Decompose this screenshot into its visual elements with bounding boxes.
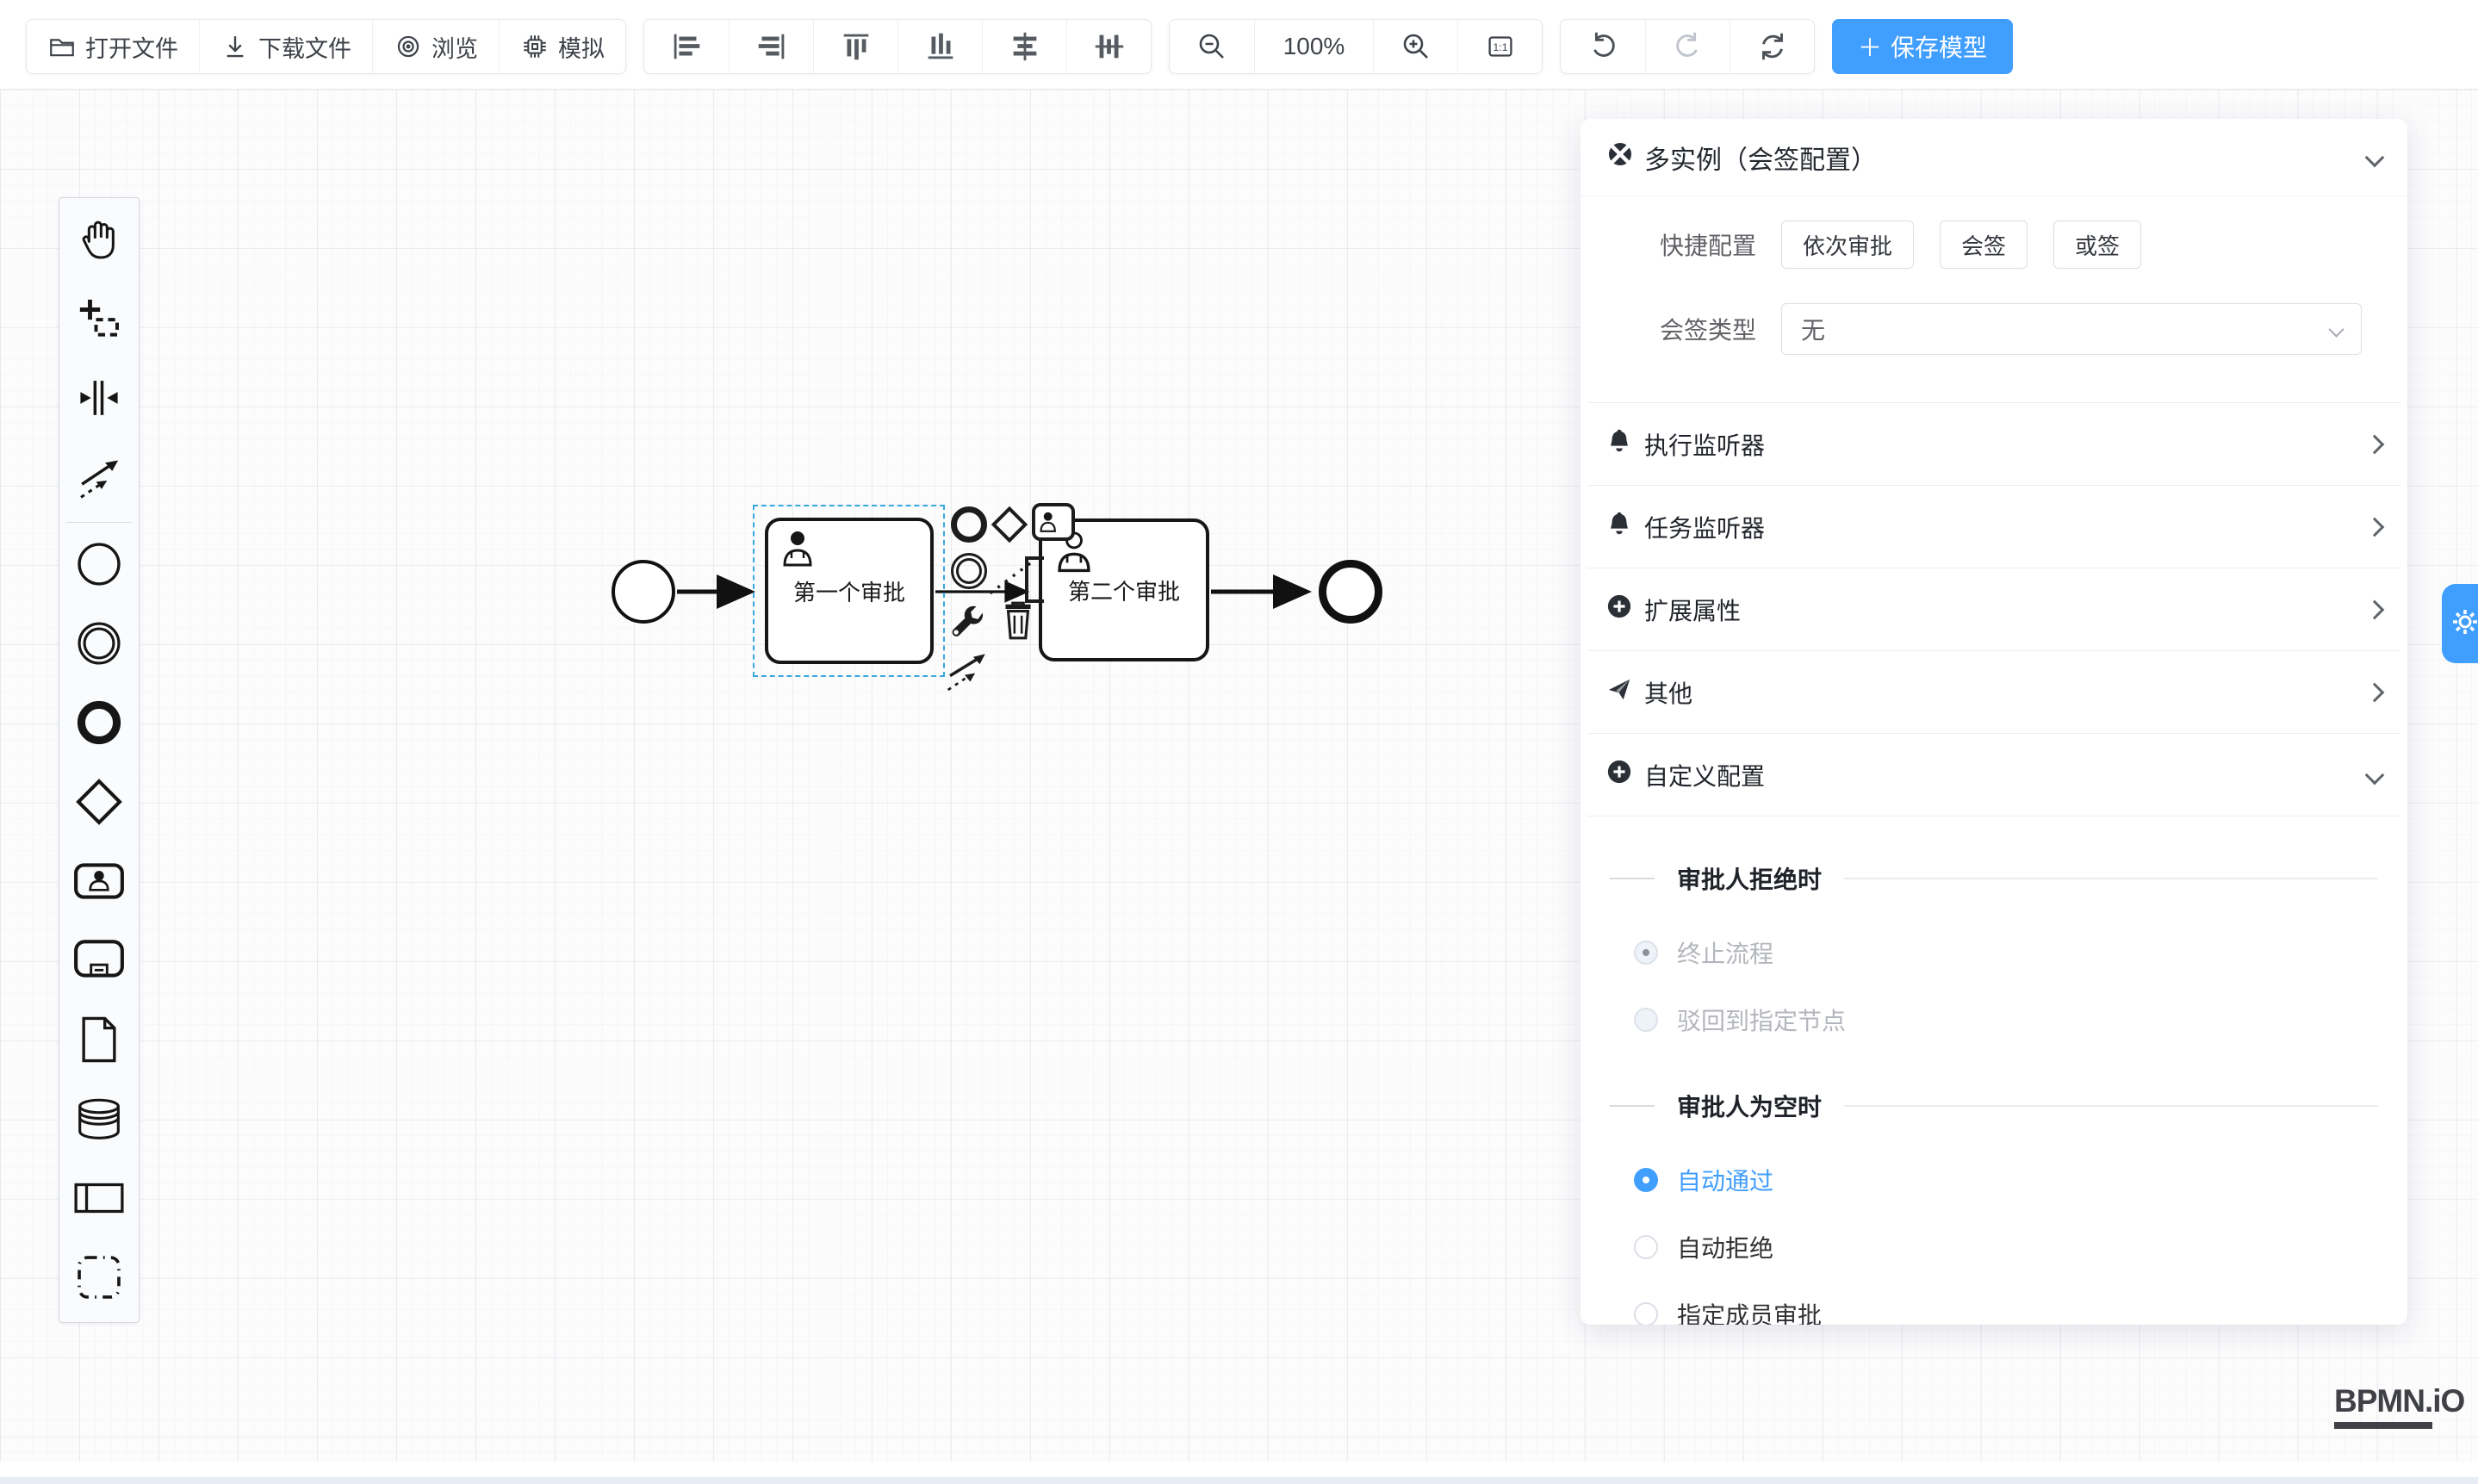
section-label: 其他 — [1644, 675, 1692, 710]
bpmn-io-logo-underline — [2334, 1422, 2432, 1429]
reject-group-title-text: 审批人拒绝时 — [1677, 861, 1822, 896]
sign-type-select[interactable]: 无 — [1781, 303, 2362, 355]
append-intermediate-event-icon[interactable] — [951, 553, 987, 589]
sign-type-row: 会签类型 无 — [1581, 303, 2407, 355]
panel-title: 多实例（会签配置） — [1644, 139, 1877, 177]
start-event-node[interactable] — [612, 560, 675, 624]
divider — [1587, 816, 2400, 817]
quick-config-sequential-button[interactable]: 依次审批 — [1781, 220, 1914, 269]
append-text-annotation-icon[interactable] — [1025, 556, 1044, 603]
section-label: 任务监听器 — [1644, 510, 1765, 544]
chevron-right-icon[interactable] — [2365, 517, 2385, 537]
trash-delete-icon[interactable] — [997, 598, 1039, 647]
reject-group-title: 审批人拒绝时 — [1581, 861, 2407, 896]
gear-icon — [2450, 606, 2478, 642]
quick-config-countersign-button[interactable]: 会签 — [1940, 220, 2028, 269]
radio-auto-pass[interactable]: 自动通过 — [1581, 1161, 2407, 1199]
send-icon — [1606, 676, 1632, 708]
radio-terminate-process[interactable]: 终止流程 — [1581, 934, 2407, 972]
radio-label: 自动拒绝 — [1677, 1230, 1773, 1264]
radio-checked-icon[interactable] — [1634, 1168, 1658, 1192]
radio-label: 指定成员审批 — [1677, 1297, 1822, 1325]
empty-group-title: 审批人为空时 — [1581, 1089, 2407, 1123]
radio-label: 终止流程 — [1677, 935, 1773, 970]
settings-side-tab[interactable] — [2442, 584, 2478, 663]
append-task-icon[interactable] — [1032, 503, 1075, 541]
radio-disabled-icon[interactable] — [1634, 1008, 1658, 1032]
quick-config-row: 快捷配置 依次审批 会签 或签 — [1581, 220, 2407, 270]
radio-disabled-checked-icon[interactable] — [1634, 941, 1658, 965]
radio-assign-member[interactable]: 指定成员审批 — [1581, 1295, 2407, 1325]
bell-icon — [1606, 427, 1632, 461]
radio-label: 驳回到指定节点 — [1677, 1003, 1846, 1037]
bpmn-io-logo: BPMN.iO — [2334, 1383, 2432, 1429]
radio-icon[interactable] — [1634, 1235, 1658, 1259]
connect-tool-icon[interactable] — [944, 648, 992, 700]
plus-circle-icon — [1606, 759, 1632, 791]
chevron-down-icon[interactable] — [2365, 765, 2385, 785]
empty-group-title-text: 审批人为空时 — [1677, 1089, 1822, 1123]
section-label: 扩展属性 — [1644, 593, 1741, 627]
divider — [1844, 878, 2378, 879]
wrench-change-type-icon[interactable] — [946, 601, 989, 649]
append-end-event-icon[interactable] — [951, 506, 987, 543]
divider — [1610, 878, 1655, 879]
section-execution-listener[interactable]: 执行监听器 — [1581, 403, 2407, 485]
chevron-right-icon[interactable] — [2365, 599, 2385, 619]
bpmn-io-logo-text: BPMN.iO — [2334, 1383, 2432, 1419]
divider — [1610, 1105, 1655, 1107]
quick-config-orsign-button[interactable]: 或签 — [2053, 220, 2141, 269]
chevron-down-icon — [2328, 321, 2344, 337]
task1-label: 第一个审批 — [793, 575, 905, 607]
section-extended-properties[interactable]: 扩展属性 — [1581, 568, 2407, 650]
sign-type-value: 无 — [1801, 312, 1825, 346]
section-label: 自定义配置 — [1644, 758, 1765, 792]
section-other[interactable]: 其他 — [1581, 651, 2407, 733]
radio-reject-to-node[interactable]: 驳回到指定节点 — [1581, 1001, 2407, 1039]
plus-circle-icon — [1606, 593, 1632, 625]
chevron-right-icon[interactable] — [2365, 682, 2385, 702]
section-task-listener[interactable]: 任务监听器 — [1581, 486, 2407, 568]
user-task-node-1[interactable]: 第一个审批 — [765, 518, 934, 664]
section-custom-config[interactable]: 自定义配置 — [1581, 734, 2407, 816]
divider — [1844, 1105, 2378, 1107]
radio-icon[interactable] — [1634, 1302, 1658, 1325]
sign-type-label: 会签类型 — [1658, 312, 1756, 346]
annotation-dotted-line — [989, 563, 1030, 594]
properties-panel: 多实例（会签配置） 快捷配置 依次审批 会签 或签 会签类型 无 执行监听器 — [1581, 119, 2407, 1325]
section-label: 执行监听器 — [1644, 427, 1765, 462]
user-task-person-icon — [779, 529, 817, 574]
radio-label: 自动通过 — [1677, 1163, 1773, 1197]
chevron-down-icon[interactable] — [2365, 147, 2385, 167]
quick-config-label: 快捷配置 — [1658, 227, 1756, 262]
bell-icon — [1606, 510, 1632, 543]
end-event-node[interactable] — [1319, 560, 1382, 624]
multi-instance-icon — [1606, 140, 1634, 175]
radio-auto-reject[interactable]: 自动拒绝 — [1581, 1228, 2407, 1266]
chevron-right-icon[interactable] — [2365, 434, 2385, 454]
panel-header[interactable]: 多实例（会签配置） — [1581, 119, 2407, 196]
